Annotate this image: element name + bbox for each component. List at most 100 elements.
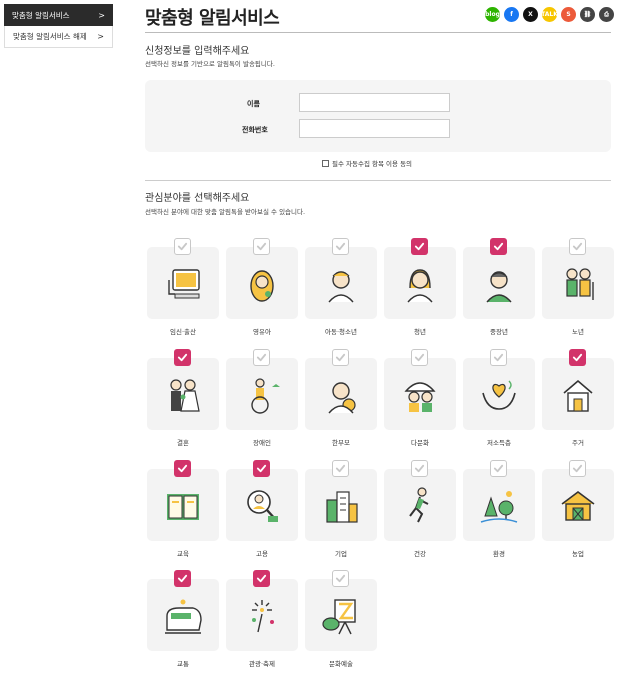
chevron-right-icon: >	[98, 10, 105, 20]
facebook-icon[interactable]: f	[504, 7, 519, 22]
category-card[interactable]	[147, 238, 219, 319]
pregnancy-ultrasound-icon	[163, 264, 203, 304]
category-label: 장애인	[253, 439, 271, 447]
category-label: 노년	[572, 328, 584, 336]
category-label: 주거	[572, 439, 584, 447]
category-card[interactable]	[226, 460, 298, 541]
checkmark-icon[interactable]	[174, 349, 191, 366]
buildings-icon	[321, 486, 361, 526]
agree-checkbox[interactable]	[322, 159, 329, 167]
category-card[interactable]	[305, 570, 377, 651]
checkmark-icon[interactable]	[253, 460, 270, 477]
nature-icon	[479, 486, 519, 526]
checkmark-icon[interactable]	[253, 238, 270, 255]
sidebar-item-alert-cancel[interactable]: 맞춤형 알림서비스 해제 >	[4, 26, 113, 48]
category-card[interactable]	[463, 349, 535, 430]
agree-checkbox-row[interactable]: 필수 자동수집 항목 이용 동의	[322, 158, 412, 168]
train-icon	[163, 596, 203, 636]
category-card[interactable]	[226, 349, 298, 430]
checkmark-icon[interactable]	[490, 460, 507, 477]
checkmark-icon[interactable]	[174, 238, 191, 255]
form-box: 이름 전화번호	[145, 80, 611, 152]
checkmark-icon[interactable]	[253, 349, 270, 366]
category-label: 고용	[256, 550, 268, 558]
checkmark-icon[interactable]	[411, 349, 428, 366]
category-label: 청년	[414, 328, 426, 336]
checkmark-icon[interactable]	[332, 460, 349, 477]
single-parent-icon	[321, 375, 361, 415]
checkmark-icon[interactable]	[332, 349, 349, 366]
category-label: 관광·축제	[249, 660, 275, 668]
category-label: 한부모	[332, 439, 350, 447]
category-card[interactable]	[542, 460, 614, 541]
category-label: 임신·출산	[170, 328, 196, 336]
low-income-hands-heart-icon	[479, 375, 519, 415]
category-label: 교통	[177, 660, 189, 668]
category-label: 문화예술	[329, 660, 353, 668]
checkmark-icon[interactable]	[332, 238, 349, 255]
x-icon[interactable]: X	[523, 7, 538, 22]
kakaotalk-icon[interactable]: TALK	[541, 7, 558, 22]
checkmark-icon[interactable]	[490, 238, 507, 255]
checkmark-icon[interactable]	[411, 460, 428, 477]
interest-section-title: 관심분야를 선택해주세요	[145, 193, 250, 204]
category-card[interactable]	[305, 238, 377, 319]
page-title: 맞춤형 알림서비스	[145, 8, 280, 29]
elderly-icon	[558, 264, 598, 304]
category-card[interactable]	[147, 349, 219, 430]
infant-icon	[242, 264, 282, 304]
sidebar: 맞춤형 알림서비스 > 맞춤형 알림서비스 해제 >	[4, 4, 113, 48]
house-icon	[558, 375, 598, 415]
checkmark-icon[interactable]	[569, 349, 586, 366]
agree-label: 필수 자동수집 항목 이용 동의	[332, 160, 413, 168]
category-card[interactable]	[384, 238, 456, 319]
category-label: 저소득층	[487, 439, 511, 447]
category-card[interactable]	[147, 460, 219, 541]
multicultural-family-icon	[400, 375, 440, 415]
category-label: 중장년	[490, 328, 508, 336]
checkmark-icon[interactable]	[411, 238, 428, 255]
kakaostory-icon[interactable]: S	[561, 7, 576, 22]
name-input[interactable]	[299, 93, 450, 112]
checkmark-icon[interactable]	[332, 570, 349, 587]
checkmark-icon[interactable]	[569, 460, 586, 477]
category-card[interactable]	[384, 349, 456, 430]
form-section-title: 신청정보를 입력해주세요	[145, 46, 250, 57]
link-icon[interactable]: ⛓	[580, 7, 595, 22]
wheelchair-icon	[242, 375, 282, 415]
category-card[interactable]	[542, 349, 614, 430]
divider	[145, 32, 611, 33]
name-label: 이름	[247, 100, 260, 108]
sidebar-item-alert-service[interactable]: 맞춤형 알림서비스 >	[4, 4, 113, 26]
category-card[interactable]	[147, 570, 219, 651]
blog-icon[interactable]: blog	[485, 7, 500, 22]
running-icon	[400, 486, 440, 526]
child-icon	[321, 264, 361, 304]
category-label: 환경	[493, 550, 505, 558]
sidebar-item-label: 맞춤형 알림서비스 해제	[13, 32, 87, 41]
category-card[interactable]	[226, 238, 298, 319]
book-icon	[163, 486, 203, 526]
checkmark-icon[interactable]	[174, 460, 191, 477]
checkmark-icon[interactable]	[174, 570, 191, 587]
category-card[interactable]	[305, 349, 377, 430]
checkmark-icon[interactable]	[490, 349, 507, 366]
youth-icon	[400, 264, 440, 304]
category-card[interactable]	[305, 460, 377, 541]
category-label: 기업	[335, 550, 347, 558]
category-card[interactable]	[384, 460, 456, 541]
share-icons: blog f X TALK S ⛓ ⎙	[485, 7, 614, 22]
sidebar-item-label: 맞춤형 알림서비스	[12, 10, 70, 20]
wedding-icon	[163, 375, 203, 415]
category-card[interactable]	[226, 570, 298, 651]
checkmark-icon[interactable]	[569, 238, 586, 255]
divider	[145, 180, 611, 181]
category-card[interactable]	[463, 238, 535, 319]
employment-icon	[242, 486, 282, 526]
category-card[interactable]	[542, 238, 614, 319]
checkmark-icon[interactable]	[253, 570, 270, 587]
category-card[interactable]	[463, 460, 535, 541]
category-label: 농업	[572, 550, 584, 558]
phone-input[interactable]	[299, 119, 450, 138]
print-icon[interactable]: ⎙	[599, 7, 614, 22]
